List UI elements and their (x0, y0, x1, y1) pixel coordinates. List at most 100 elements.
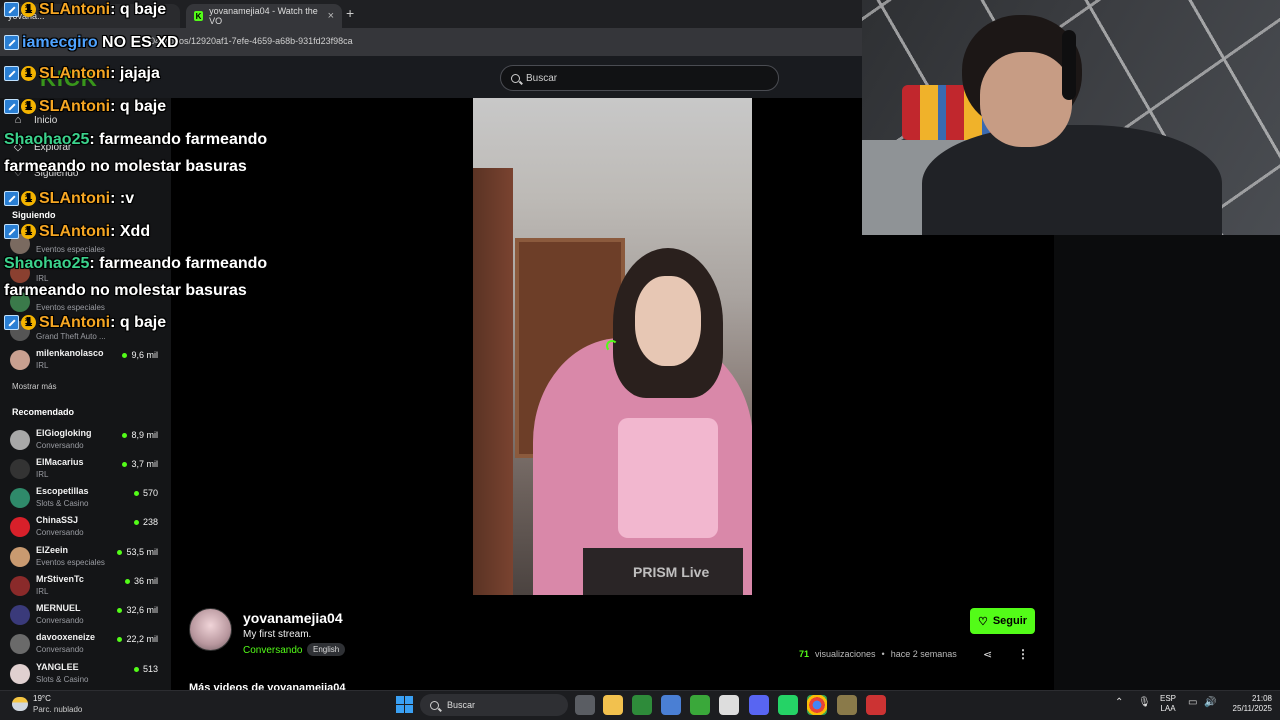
discord-icon[interactable] (749, 695, 769, 715)
streamer-name[interactable]: yovanamejia04 (243, 610, 343, 626)
weather-icon[interactable] (12, 697, 28, 711)
channel-category: IRL (36, 587, 49, 596)
viewer-count-value: 513 (142, 664, 158, 674)
viewer-count: 8,9 mil (122, 430, 158, 440)
more-videos-heading: Más videos de yovanamejia04 (189, 682, 346, 690)
more-options-icon[interactable]: ⋮ (1017, 647, 1029, 661)
video-person-face (635, 276, 701, 366)
clock-time: 21:08 (1251, 694, 1272, 703)
tab-kick-video[interactable]: K yovanamejia04 - Watch the VO × (186, 4, 342, 28)
search-input[interactable]: Buscar (500, 65, 779, 91)
channel-category: Grand Theft Auto ... (36, 332, 106, 341)
viewer-count-value: 36 mil (133, 576, 158, 586)
sidebar-channel[interactable]: MrStivenTc IRL 36 mil (10, 573, 160, 601)
chat-username: SLAntoni (39, 223, 111, 240)
verified-badge-icon (4, 315, 19, 331)
viewer-count-value: 9,6 mil (131, 350, 158, 360)
chat-text: : farmeando farmeando (89, 131, 268, 148)
chat-badges (4, 35, 19, 51)
system-clock[interactable]: 21:08 25/11/2025 (1226, 694, 1272, 714)
channel-name: ElGiogloking (36, 428, 92, 438)
share-icon[interactable]: ⋖ (983, 648, 992, 661)
viewer-count-value: 22,2 mil (126, 634, 158, 644)
task-view-icon[interactable] (575, 695, 595, 715)
chat-message: 1 SLAntoni: q baje (4, 313, 166, 333)
follow-label: Seguir (992, 615, 1028, 627)
taskbar-search[interactable]: Buscar (420, 694, 568, 716)
windows-start-icon[interactable] (396, 696, 413, 713)
avatar (10, 350, 30, 370)
avatar (10, 634, 30, 654)
viewer-count-value: 53,5 mil (126, 547, 158, 557)
sidebar-channel[interactable]: ChinaSSJ Conversando 238 (10, 514, 160, 542)
channel-category: Conversando (36, 441, 84, 450)
viewer-count: 36 mil (124, 576, 158, 586)
chat-badges: 1 (4, 315, 36, 331)
viewer-count-value: 238 (142, 517, 158, 527)
chat-message: 1 SLAntoni: q baje (4, 97, 166, 117)
weather-description[interactable]: Parc. nublado (33, 705, 82, 714)
viewer-count-value: 32,6 mil (126, 605, 158, 615)
channel-category: IRL (36, 361, 49, 370)
channel-name: ChinaSSJ (36, 515, 79, 525)
obs-icon[interactable] (866, 695, 886, 715)
avatar (10, 459, 30, 479)
sidebar-channel[interactable]: davooxeneize Conversando 22,2 mil (10, 631, 160, 659)
language-tag[interactable]: English (307, 643, 346, 656)
whatsapp-icon[interactable] (778, 695, 798, 715)
channel-category: Eventos especiales (36, 245, 105, 254)
sidebar-channel[interactable]: ElGiogloking Conversando 8,9 mil (10, 427, 160, 455)
live-dot-icon (133, 666, 139, 672)
sidebar-channel[interactable]: ElZeein Eventos especiales 53,5 mil (10, 544, 160, 572)
kick-favicon-icon: K (194, 11, 204, 21)
app-icon-2[interactable] (837, 695, 857, 715)
chat-text: : q baje (110, 314, 167, 331)
file-explorer-icon[interactable] (603, 695, 623, 715)
weather-temperature[interactable]: 19°C (33, 694, 51, 703)
chat-badges: 1 (4, 224, 36, 240)
language-layout: LAA (1160, 704, 1176, 713)
show-more-link[interactable]: Mostrar más (12, 382, 56, 391)
live-dot-icon (117, 549, 123, 555)
channel-category: Conversando (36, 528, 84, 537)
chrome-icon[interactable] (807, 695, 827, 715)
sidebar-channel[interactable]: ElMacarius IRL 3,7 mil (10, 456, 160, 484)
xbox-icon[interactable] (632, 695, 652, 715)
sidebar-channel[interactable]: YANGLEE Slots & Casino 513 (10, 661, 160, 689)
viewer-count: 238 (133, 517, 158, 527)
verified-badge-icon (4, 2, 19, 18)
close-tab-icon[interactable]: × (328, 10, 334, 22)
new-tab-button[interactable]: + (346, 5, 354, 21)
viewer-count-value: 8,9 mil (131, 430, 158, 440)
chat-text: : farmeando farmeando (89, 255, 268, 272)
minecraft-icon[interactable] (690, 695, 710, 715)
tray-chevron-icon[interactable]: ⌃ (1115, 697, 1123, 708)
microphone-icon[interactable]: 🎙 (1138, 697, 1151, 708)
views-count: 71 (799, 649, 810, 659)
headset-icon (1062, 30, 1076, 100)
avatar (10, 488, 30, 508)
url-text[interactable]: 04/videos/12920af1-7efe-4659-a68b-931fd2… (150, 36, 353, 46)
volume-icon[interactable]: 🔊 (1204, 697, 1216, 708)
video-wall (473, 168, 513, 595)
chat-text: : jajaja (110, 65, 160, 82)
sidebar-channel[interactable]: Escopetillas Slots & Casino 570 (10, 485, 160, 513)
streamer-avatar[interactable] (189, 608, 232, 651)
chat-message: 1 SLAntoni: jajaja (4, 64, 160, 84)
sidebar-channel[interactable]: MERNUEL Conversando 32,6 mil (10, 602, 160, 630)
chat-text: NO ES XD (97, 34, 179, 51)
live-dot-icon (133, 490, 139, 496)
video-stats: 71 visualizaciones • hace 2 semanas (799, 649, 957, 659)
live-dot-icon (122, 432, 128, 438)
chat-text: : :v (110, 190, 135, 207)
keyboard-language[interactable]: ESP LAA (1160, 694, 1176, 714)
follow-button[interactable]: ♡ Seguir (970, 608, 1035, 634)
network-icon[interactable]: ▭ (1188, 697, 1197, 708)
video-category[interactable]: Conversando (243, 645, 302, 656)
sidebar-channel[interactable]: milenkanolasco IRL 9,6 mil (10, 347, 160, 375)
subscriber-badge-icon: 1 (21, 224, 36, 240)
live-dot-icon (122, 461, 128, 467)
video-person-shirt (618, 418, 718, 538)
app-icon[interactable] (719, 695, 739, 715)
store-icon[interactable] (661, 695, 681, 715)
